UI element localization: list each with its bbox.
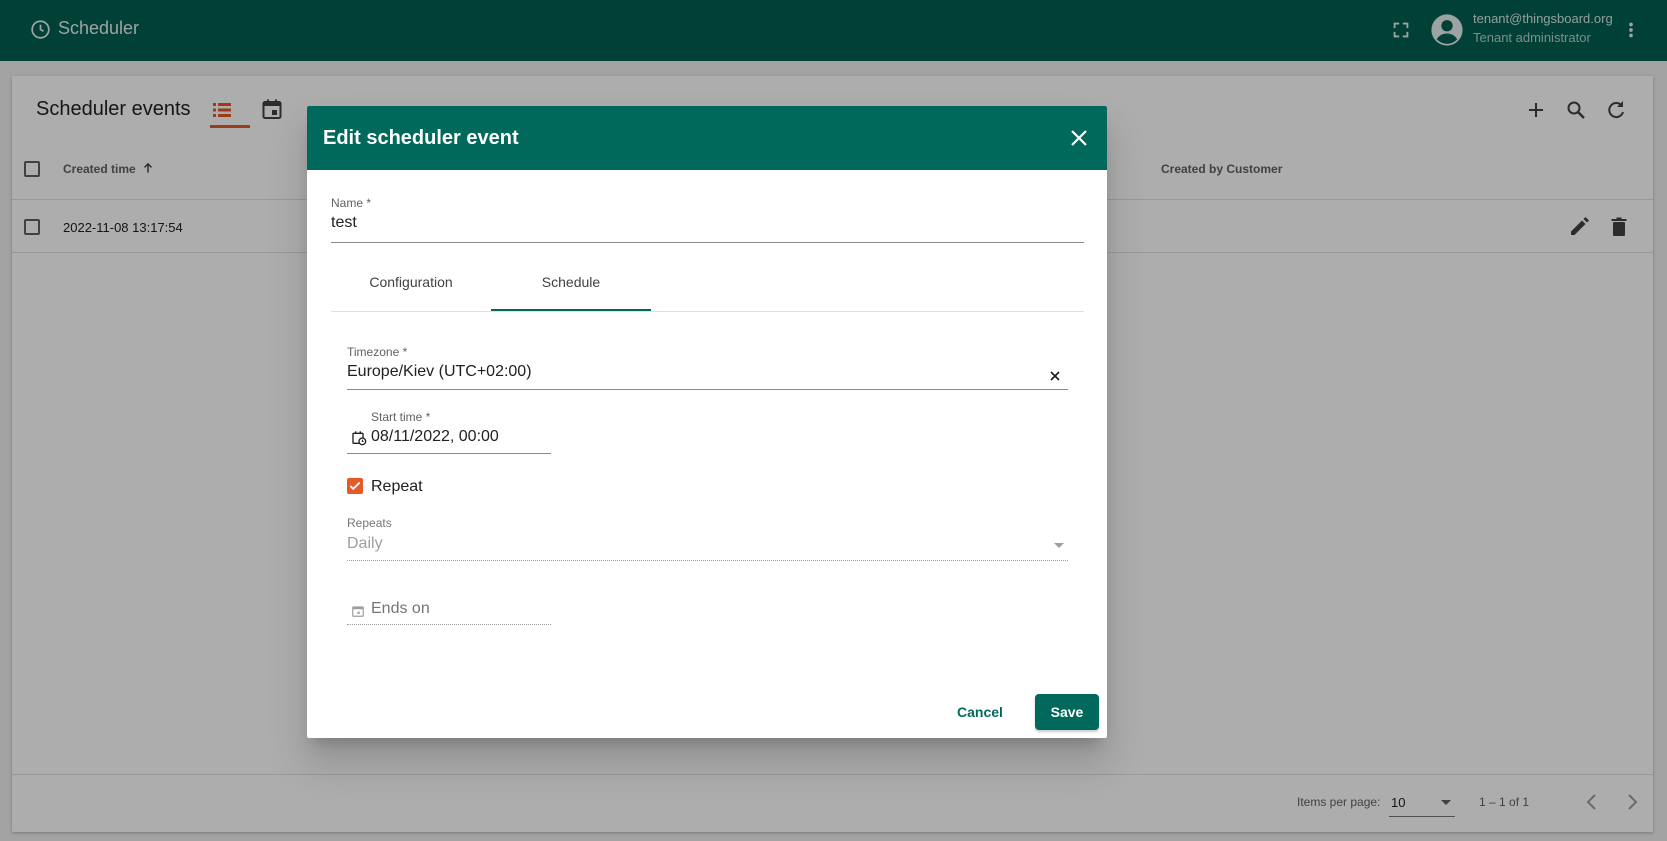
dialog-title: Edit scheduler event — [323, 127, 519, 149]
clear-icon[interactable] — [1047, 368, 1063, 384]
calendar-clock-icon[interactable] — [351, 430, 367, 446]
name-label: Name * — [331, 196, 372, 210]
repeat-label[interactable]: Repeat — [371, 478, 423, 496]
start-time-label: Start time * — [371, 410, 431, 424]
start-time-underline — [347, 453, 551, 454]
timezone-label: Timezone * — [347, 345, 408, 359]
ends-on-underline — [347, 624, 551, 625]
ends-on-input[interactable]: Ends on — [371, 600, 430, 618]
active-tab-indicator — [491, 309, 651, 311]
timezone-input[interactable]: Europe/Kiev (UTC+02:00) — [347, 363, 532, 381]
calendar-icon[interactable] — [351, 604, 365, 618]
name-underline — [331, 242, 1084, 243]
cancel-button[interactable]: Cancel — [947, 694, 1013, 730]
tab-bar: Configuration Schedule — [331, 252, 1084, 312]
name-input[interactable]: test — [331, 214, 357, 232]
repeats-select[interactable]: Daily — [347, 535, 383, 553]
check-icon — [349, 481, 361, 491]
repeats-label: Repeats — [347, 516, 392, 530]
edit-scheduler-event-dialog: Edit scheduler event Name * test Configu… — [307, 106, 1107, 738]
close-icon[interactable] — [1067, 126, 1091, 150]
tab-schedule[interactable]: Schedule — [491, 252, 651, 311]
dropdown-caret-icon — [1054, 543, 1064, 548]
repeat-checkbox[interactable] — [347, 478, 363, 494]
dialog-header: Edit scheduler event — [307, 106, 1107, 170]
tab-configuration[interactable]: Configuration — [331, 252, 491, 311]
start-time-input[interactable]: 08/11/2022, 00:00 — [371, 428, 499, 446]
save-button[interactable]: Save — [1035, 694, 1099, 730]
repeats-underline — [347, 560, 1068, 561]
timezone-underline — [347, 389, 1068, 390]
